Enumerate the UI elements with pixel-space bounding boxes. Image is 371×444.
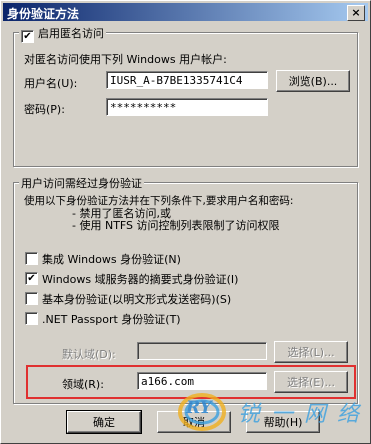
realm-field[interactable]: a166.com [137, 372, 267, 390]
realm-label: 领域(R): [62, 378, 104, 391]
passport-auth-label[interactable]: .NET Passport 身份验证(T) [42, 311, 181, 327]
anonymous-access-legend: ✔ 启用匿名访问 [19, 25, 106, 43]
password-field[interactable]: ********** [106, 98, 268, 116]
select-default-domain-button: 选择(L)... [274, 341, 348, 363]
basic-auth-checkbox[interactable] [25, 292, 38, 305]
username-label: 用户名(U): [24, 77, 78, 90]
authenticated-access-legend: 用户访问需经过身份验证 [19, 175, 144, 191]
integrated-windows-label[interactable]: 集成 Windows 身份验证(N) [42, 251, 181, 267]
integrated-windows-checkbox[interactable] [25, 252, 38, 265]
default-domain-label: 默认域(D): [62, 348, 116, 361]
title-bar: 身份验证方法 × [3, 3, 368, 21]
default-domain-field [137, 342, 267, 360]
passport-auth-checkbox[interactable] [25, 312, 38, 325]
anonymous-description: 对匿名访问使用下列 Windows 用户帐户: [24, 53, 227, 66]
ok-button[interactable]: 确定 [66, 410, 142, 434]
select-realm-button: 选择(E)... [274, 371, 348, 393]
username-field[interactable]: IUSR_A-B7BE1335741C4 [106, 71, 268, 89]
cancel-button[interactable]: 取消 [157, 411, 231, 433]
auth-condition-2: - 使用 NTFS 访问控制列表限制了访问权限 [72, 219, 280, 232]
close-icon: × [351, 6, 361, 19]
digest-auth-label[interactable]: Windows 域服务器的摘要式身份验证(I) [42, 271, 238, 287]
help-button[interactable]: 帮助(H) [246, 411, 320, 433]
window-title: 身份验证方法 [7, 7, 80, 21]
basic-auth-label[interactable]: 基本身份验证(以明文形式发送密码)(S) [42, 291, 231, 307]
browse-button[interactable]: 浏览(B)... [276, 70, 350, 92]
close-button[interactable]: × [347, 5, 365, 21]
digest-auth-checkbox[interactable]: ✔ [25, 272, 38, 285]
password-label: 密码(P): [24, 103, 65, 116]
anonymous-access-label: 启用匿名访问 [38, 27, 104, 40]
anonymous-access-checkbox[interactable]: ✔ [21, 30, 34, 43]
